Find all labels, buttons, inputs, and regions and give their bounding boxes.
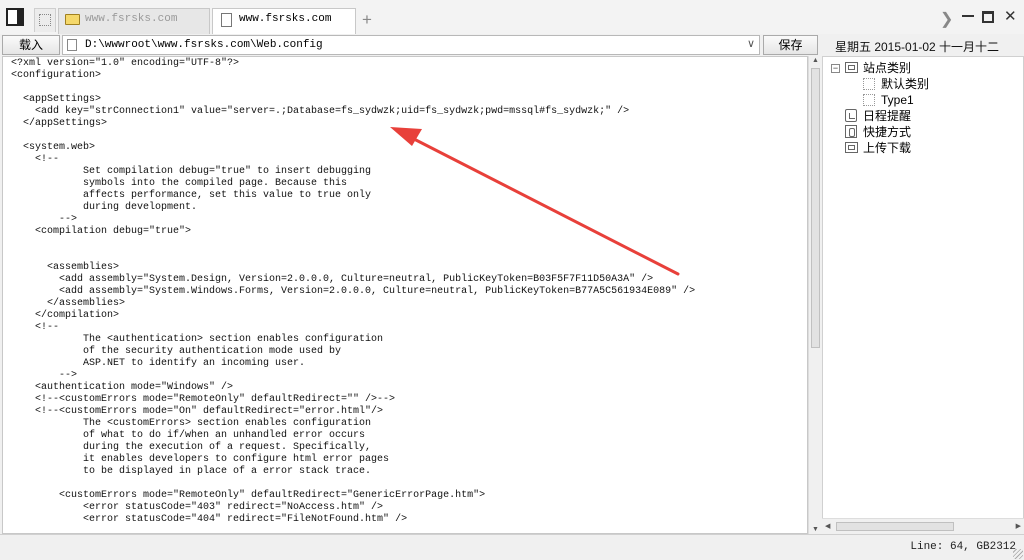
- minimize-icon[interactable]: [962, 15, 974, 17]
- code-editor[interactable]: <?xml version="1.0" encoding="UTF-8"?> <…: [2, 56, 808, 534]
- file-icon: [67, 39, 77, 51]
- blank-tab[interactable]: [34, 8, 56, 32]
- status-text: Line: 64, GB2312: [910, 541, 1016, 553]
- scroll-left-icon[interactable]: ◀: [825, 522, 830, 530]
- load-button[interactable]: 载入: [2, 35, 60, 55]
- editor-vertical-scrollbar[interactable]: ▲ ▼: [808, 56, 822, 534]
- tree-item-label: 上传下载: [863, 141, 912, 155]
- tree-item-default-category[interactable]: 默认类别: [827, 76, 1017, 92]
- app-menu-icon[interactable]: [6, 8, 24, 26]
- scroll-right-icon[interactable]: ▶: [1016, 522, 1021, 530]
- folder-icon: [65, 14, 80, 25]
- collapse-icon[interactable]: −: [831, 64, 840, 73]
- chevron-right-icon[interactable]: ❯: [940, 9, 953, 29]
- maximize-icon[interactable]: [982, 11, 994, 23]
- tree-item-upload-download[interactable]: 上传下载: [827, 140, 1017, 156]
- tree-item-shortcuts[interactable]: 快捷方式: [827, 124, 1017, 140]
- tab-label: www.fsrsks.com: [85, 13, 178, 25]
- tree-item-label: 默认类别: [881, 77, 930, 91]
- status-bar: Line: 64, GB2312: [0, 534, 1024, 560]
- save-button[interactable]: 保存: [763, 35, 818, 55]
- scrollbar-thumb[interactable]: [811, 68, 820, 348]
- tree-item-label: 日程提醒: [863, 109, 912, 123]
- code-text[interactable]: <?xml version="1.0" encoding="UTF-8"?> <…: [11, 58, 695, 526]
- tree-item-label: 快捷方式: [863, 125, 912, 139]
- sidebar-tree: − 站点类别 默认类别 Type1 日程提醒 快捷方式 上传下载: [822, 56, 1024, 534]
- tab-site-1[interactable]: www.fsrsks.com: [58, 8, 210, 34]
- blank-node-icon: [863, 78, 875, 90]
- tree-item-type1[interactable]: Type1: [827, 92, 1017, 108]
- sidebar-horizontal-scrollbar[interactable]: ◀ ▶: [822, 518, 1024, 534]
- close-icon[interactable]: ✕: [1004, 9, 1017, 24]
- scrollbar-thumb[interactable]: [836, 522, 954, 531]
- blank-node-icon: [863, 94, 875, 106]
- tree-item-label: 站点类别: [863, 61, 912, 75]
- resize-grip-icon[interactable]: [1013, 549, 1023, 559]
- calendar-icon: [845, 109, 857, 122]
- date-text: 星期五 2015-01-02 十一月十二: [835, 40, 1000, 54]
- folder-icon: [845, 142, 858, 153]
- scroll-up-icon[interactable]: ▲: [812, 57, 819, 64]
- tree-item-site-category[interactable]: − 站点类别: [827, 60, 1017, 76]
- shortcut-icon: [845, 125, 857, 138]
- new-tab-plus-icon[interactable]: +: [362, 11, 372, 29]
- chevron-down-icon[interactable]: ∨: [747, 37, 755, 50]
- tab-label: www.fsrsks.com: [239, 13, 332, 25]
- tab-site-2-active[interactable]: www.fsrsks.com: [212, 8, 356, 35]
- scroll-down-icon[interactable]: ▼: [812, 526, 819, 533]
- document-icon: [221, 13, 232, 27]
- file-path-combobox[interactable]: D:\wwwroot\www.fsrsks.com\Web.config ∨: [62, 35, 760, 55]
- blank-page-icon: [39, 14, 51, 26]
- folder-icon: [845, 62, 858, 73]
- tree-item-schedule[interactable]: 日程提醒: [827, 108, 1017, 124]
- tree-item-label: Type1: [881, 93, 914, 107]
- file-path-value[interactable]: D:\wwwroot\www.fsrsks.com\Web.config: [85, 39, 323, 51]
